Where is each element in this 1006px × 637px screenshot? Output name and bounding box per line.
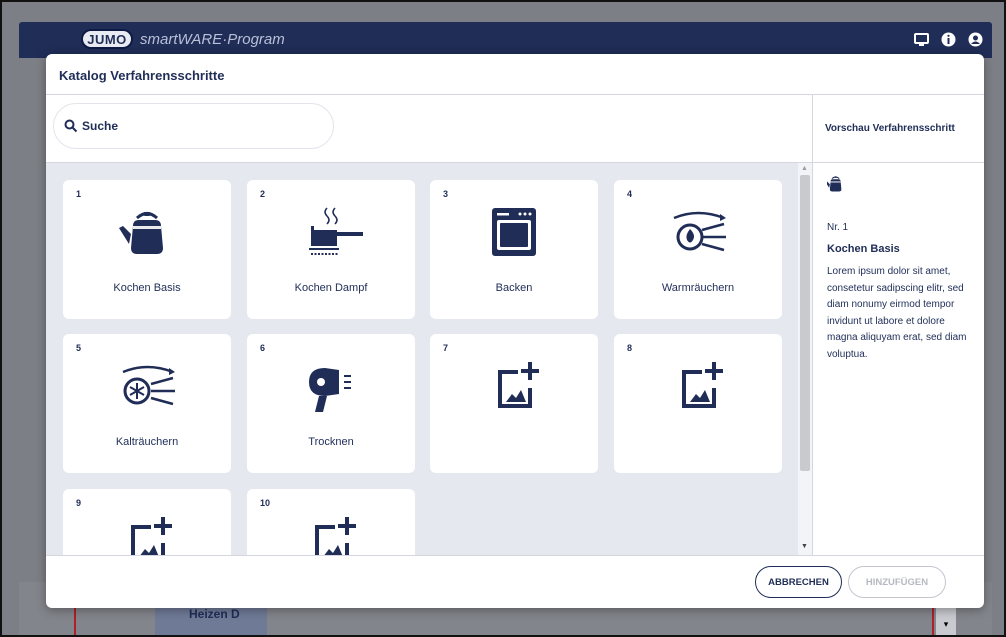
search-input[interactable]: Suche: [82, 119, 118, 133]
hair-dryer-icon: [295, 358, 367, 416]
card-number: 8: [627, 343, 633, 353]
cancel-button[interactable]: ABBRECHEN: [755, 566, 842, 598]
card-label: Kochen Basis: [113, 282, 181, 294]
divider: [46, 555, 984, 556]
add-image-icon: [295, 513, 367, 555]
catalog-card-7[interactable]: 7: [430, 334, 598, 473]
catalog-card-3[interactable]: 3 Backen: [430, 180, 598, 319]
preview-name: Kochen Basis: [827, 243, 900, 255]
card-number: 10: [260, 498, 271, 508]
warm-smoke-icon: [662, 204, 734, 262]
catalog-card-10[interactable]: 10: [247, 489, 415, 555]
card-number: 7: [443, 343, 449, 353]
monitor-icon[interactable]: [913, 31, 930, 48]
card-number: 9: [76, 498, 82, 508]
scrollbar-thumb[interactable]: [800, 175, 810, 471]
app-title: smartWARE·Program: [140, 31, 285, 48]
card-number: 6: [260, 343, 266, 353]
add-image-icon: [662, 358, 734, 416]
catalog-card-9[interactable]: 9: [63, 489, 231, 555]
preview-number: Nr. 1: [827, 222, 849, 233]
preview-header: Vorschau Verfahrensschritt: [825, 123, 955, 134]
catalog-card-6[interactable]: 6 Trocknen: [247, 334, 415, 473]
preview-description: Lorem ipsum dolor sit amet, consetetur s…: [827, 266, 967, 360]
catalog-card-8[interactable]: 8: [614, 334, 782, 473]
card-label: Backen: [495, 282, 533, 294]
catalog-dialog: Katalog Verfahrensschritte Suche Vorscha…: [46, 54, 984, 608]
jumo-logo: JUMO: [81, 29, 133, 49]
background-dropdown[interactable]: ▾: [936, 607, 956, 635]
dialog-title: Katalog Verfahrensschritte: [59, 68, 225, 83]
catalog-card-5[interactable]: 5 Kalträuchern: [63, 334, 231, 473]
search-field[interactable]: Suche: [53, 103, 334, 149]
app-header: JUMO smartWARE·Program: [19, 22, 992, 58]
divider: [813, 162, 984, 163]
card-label: Trocknen: [308, 436, 354, 448]
oven-icon: [478, 204, 550, 262]
card-label: Kalträuchern: [115, 436, 179, 448]
info-icon[interactable]: [940, 31, 957, 48]
step-catalog-grid: 1 Kochen Basis 2 Kochen Dampf 3 Backen 4…: [46, 163, 798, 555]
card-number: 1: [76, 189, 82, 199]
divider: [812, 95, 813, 555]
card-label: Warmräuchern: [661, 282, 735, 294]
add-button[interactable]: HINZUFÜGEN: [848, 566, 946, 598]
card-number: 5: [76, 343, 82, 353]
screen-frame: JUMO smartWARE·Program Heizen D ▾ Katalo…: [0, 0, 1006, 637]
add-image-icon: [478, 358, 550, 416]
catalog-card-4[interactable]: 4 Warmräuchern: [614, 180, 782, 319]
card-number: 3: [443, 189, 449, 199]
header-icons: [913, 31, 984, 48]
catalog-card-2[interactable]: 2 Kochen Dampf: [247, 180, 415, 319]
cold-smoke-icon: [111, 358, 183, 416]
kettle-icon: [827, 171, 855, 199]
search-icon: [64, 119, 78, 133]
divider: [46, 94, 984, 95]
catalog-card-1[interactable]: 1 Kochen Basis: [63, 180, 231, 319]
kettle-icon: [111, 204, 183, 262]
scroll-down-arrow[interactable]: ▼: [801, 543, 808, 550]
card-label: Kochen Dampf: [294, 282, 368, 294]
add-image-icon: [111, 513, 183, 555]
steaming-pot-icon: [295, 204, 367, 262]
card-number: 2: [260, 189, 266, 199]
user-icon[interactable]: [967, 31, 984, 48]
card-number: 4: [627, 189, 633, 199]
scroll-up-arrow[interactable]: ▲: [801, 165, 808, 172]
